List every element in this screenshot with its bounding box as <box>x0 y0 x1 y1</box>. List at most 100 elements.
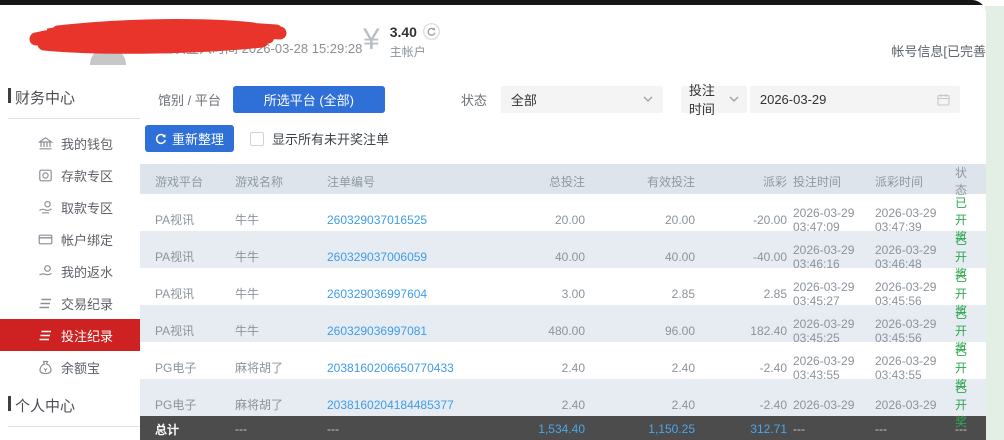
sidebar-item-deposit-zone[interactable]: 存款专区 <box>0 159 140 191</box>
total-status: --- <box>945 422 978 436</box>
sidebar-item-site-announcements[interactable]: 网站公告 <box>0 435 140 440</box>
refresh-button-label: 重新整理 <box>172 129 224 148</box>
cell-platform: PA视讯 <box>155 322 235 339</box>
balance-amount: 3.40 <box>390 24 417 40</box>
cell-payout-time: 2026-03-29 <box>869 398 945 412</box>
sidebar-item-account-binding[interactable]: 帐户绑定 <box>0 223 140 255</box>
cell-platform: PA视讯 <box>155 285 235 302</box>
table-row: PA视讯 牛牛 260329037006059 40.00 40.00 -40.… <box>140 231 986 268</box>
screenshot-stage: 上次登入时间 2026-03-28 15:29:28 ¥ 3.40 <box>0 0 1004 440</box>
cell-total: 20.00 <box>477 213 585 227</box>
platform-select-button[interactable]: 所选平台 (全部) <box>233 86 385 113</box>
header-bet-id: 注单编号 <box>327 173 477 190</box>
platform-filter-label: 馆别 / 平台 <box>158 90 221 109</box>
header-platform: 游戏平台 <box>155 173 235 190</box>
cell-platform: PA视讯 <box>155 248 235 265</box>
cell-total: 3.00 <box>477 287 585 301</box>
status-select-value: 全部 <box>511 90 537 109</box>
cell-platform: PG电子 <box>155 396 235 413</box>
sidebar-item-transaction-records[interactable]: 交易纪录 <box>0 287 140 319</box>
table-row: PG电子 麻将胡了 2038160206650770433 2.40 2.40 … <box>140 342 986 379</box>
show-unsettled-checkbox-row[interactable]: 显示所有未开奖注单 <box>250 129 389 148</box>
refresh-button[interactable]: 重新整理 <box>145 125 234 152</box>
cell-valid: 96.00 <box>585 324 695 338</box>
sidebar: 财务中心 我的钱包 存款专区 取款专区 帐户绑定 <box>0 67 140 440</box>
total-payout-time: --- <box>869 422 945 436</box>
sidebar-item-label: 交易纪录 <box>61 294 113 313</box>
sidebar-item-withdrawal-zone[interactable]: 取款专区 <box>0 191 140 223</box>
cell-bet-id-link[interactable]: 260329037006059 <box>327 250 477 264</box>
main-content: 馆别 / 平台 所选平台 (全部) 状态 全部 投注时间 2026-03-29 <box>140 67 986 440</box>
refresh-icon <box>155 133 167 145</box>
total-payout-amount: 312.71 <box>695 422 787 436</box>
status-filter-label: 状态 <box>461 90 487 109</box>
topbar: 上次登入时间 2026-03-28 15:29:28 ¥ 3.40 <box>0 5 986 67</box>
page-layout: 财务中心 我的钱包 存款专区 取款专区 帐户绑定 <box>0 67 986 440</box>
header-game: 游戏名称 <box>235 173 327 190</box>
sidebar-item-my-wallet[interactable]: 我的钱包 <box>0 127 140 159</box>
cell-bet-id-link[interactable]: 260329036997081 <box>327 324 477 338</box>
bet-records-table: 游戏平台 游戏名称 注单编号 总投注 有效投注 派彩 投注时间 派彩时间 状态 … <box>140 164 986 440</box>
refresh-balance-icon[interactable] <box>423 23 440 40</box>
checkbox-unchecked[interactable] <box>250 132 264 146</box>
sidebar-item-betting-records[interactable]: 投注纪录 <box>0 319 140 351</box>
sidebar-section-finance: 财务中心 <box>8 87 140 119</box>
cell-game: 牛牛 <box>235 211 327 228</box>
list-icon <box>38 296 53 311</box>
header-valid: 有效投注 <box>585 173 695 190</box>
cell-bet-id-link[interactable]: 260329036997604 <box>327 287 477 301</box>
total-bet-time: --- <box>787 422 869 436</box>
sidebar-section-personal: 个人中心 <box>8 395 140 427</box>
cell-bet-id-link[interactable]: 2038160204184485377 <box>327 398 477 412</box>
cell-payout-time: 2026-03-29 03:45:56 <box>869 317 945 345</box>
sidebar-item-label: 我的钱包 <box>61 134 113 153</box>
bet-time-type-value: 投注时间 <box>689 80 725 118</box>
date-picker-input[interactable]: 2026-03-29 <box>750 86 960 113</box>
cell-bet-time: 2026-03-29 <box>787 398 869 412</box>
status-select[interactable]: 全部 <box>501 86 663 113</box>
cell-bet-time: 2026-03-29 03:43:55 <box>787 354 869 382</box>
cell-platform: PG电子 <box>155 359 235 376</box>
deposit-box-icon <box>38 168 53 183</box>
action-row: 重新整理 显示所有未开奖注单 <box>140 125 986 152</box>
calendar-icon <box>937 93 950 106</box>
cell-payout: -20.00 <box>695 213 787 227</box>
cell-payout: 2.85 <box>695 287 787 301</box>
table-body: PA视讯 牛牛 260329037016525 20.00 20.00 -20.… <box>140 194 986 416</box>
cell-payout-time: 2026-03-29 03:45:56 <box>869 280 945 308</box>
sidebar-item-my-rebate[interactable]: 我的返水 <box>0 255 140 287</box>
rebate-coin-icon <box>38 264 53 279</box>
account-info-link[interactable]: 帐号信息[已完善 <box>891 41 986 60</box>
yen-icon: ¥ <box>363 23 380 57</box>
cell-valid: 2.40 <box>585 398 695 412</box>
desktop-background-edge <box>985 6 1004 440</box>
chevron-down-icon <box>729 96 739 102</box>
cell-valid: 40.00 <box>585 250 695 264</box>
cell-payout: -2.40 <box>695 361 787 375</box>
bet-time-type-select[interactable]: 投注时间 <box>681 86 747 113</box>
cell-bet-id-link[interactable]: 2038160206650770433 <box>327 361 477 375</box>
date-picker-value: 2026-03-29 <box>760 92 827 107</box>
total-bet-id: --- <box>327 422 477 436</box>
list-icon <box>38 328 53 343</box>
filter-row: 馆别 / 平台 所选平台 (全部) 状态 全部 投注时间 2026-03-29 <box>140 85 986 113</box>
sidebar-item-label: 帐户绑定 <box>61 230 113 249</box>
account-type-label: 主帐户 <box>390 43 440 60</box>
cell-bet-id-link[interactable]: 260329037016525 <box>327 213 477 227</box>
total-game: --- <box>235 422 327 436</box>
header-bet-time: 投注时间 <box>787 173 869 190</box>
cell-bet-time: 2026-03-29 03:46:16 <box>787 243 869 271</box>
table-header-row: 游戏平台 游戏名称 注单编号 总投注 有效投注 派彩 投注时间 派彩时间 状态 <box>140 164 986 194</box>
cell-bet-time: 2026-03-29 03:45:27 <box>787 280 869 308</box>
chevron-down-icon <box>643 96 653 102</box>
sidebar-item-yuebao[interactable]: 余额宝 <box>0 351 140 383</box>
cell-platform: PA视讯 <box>155 211 235 228</box>
cell-bet-time: 2026-03-29 03:47:09 <box>787 206 869 234</box>
checkbox-label: 显示所有未开奖注单 <box>272 129 389 148</box>
total-label: 总计 <box>155 421 235 438</box>
sidebar-item-label: 取款专区 <box>61 198 113 217</box>
total-bet-amount: 1,534.40 <box>477 422 585 436</box>
total-valid-amount: 1,150.25 <box>585 422 695 436</box>
app-window: 上次登入时间 2026-03-28 15:29:28 ¥ 3.40 <box>0 0 986 440</box>
money-bag-icon <box>38 360 53 375</box>
